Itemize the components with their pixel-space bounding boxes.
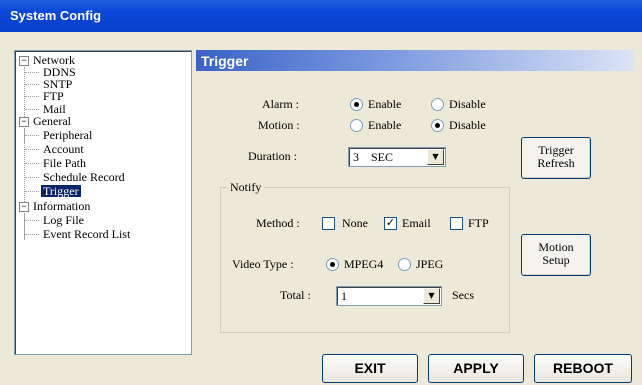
- tree-item-peripheral[interactable]: Peripheral: [43, 129, 92, 141]
- panel-title: Trigger: [201, 53, 249, 69]
- tree-item-event-record-list[interactable]: Event Record List: [43, 228, 130, 240]
- apply-button[interactable]: APPLY: [428, 354, 524, 383]
- tree-item-information[interactable]: Information: [33, 200, 90, 212]
- tree-connector: [25, 72, 39, 73]
- trigger-refresh-button[interactable]: Trigger Refresh: [521, 137, 591, 179]
- duration-select[interactable]: 3 SEC ▼: [348, 147, 446, 167]
- method-ftp-label: FTP: [468, 216, 489, 230]
- duration-label: Duration :: [248, 149, 297, 163]
- tree-item-trigger[interactable]: Trigger: [41, 185, 81, 197]
- motion-label: Motion :: [258, 118, 300, 132]
- tree-connector: [25, 163, 39, 164]
- method-none-label: None: [342, 216, 368, 230]
- total-select[interactable]: 1 ▼: [336, 286, 442, 306]
- method-email-checkbox[interactable]: ✓: [384, 217, 397, 230]
- tree-connector: [25, 191, 39, 192]
- chevron-down-icon[interactable]: ▼: [423, 288, 440, 304]
- total-label: Total :: [280, 288, 311, 302]
- notify-title: Notify: [227, 180, 265, 195]
- network-collapse-icon[interactable]: −: [19, 56, 29, 66]
- tree-item-account[interactable]: Account: [43, 143, 84, 155]
- trigger-refresh-line1: Trigger: [538, 143, 574, 157]
- tree-connector: [25, 84, 39, 85]
- tree-connector: [25, 135, 39, 136]
- video-jpeg-radio[interactable]: [398, 258, 411, 271]
- alarm-label: Alarm :: [262, 97, 299, 111]
- tree-connector: [25, 234, 39, 235]
- tree-item-schedule-record[interactable]: Schedule Record: [43, 171, 125, 183]
- video-type-label: Video Type :: [232, 257, 294, 271]
- motion-disable-radio[interactable]: [431, 119, 444, 132]
- alarm-enable-label: Enable: [368, 97, 402, 111]
- exit-button[interactable]: EXIT: [322, 354, 418, 383]
- total-value: 1: [341, 289, 347, 303]
- tree-connector: [25, 149, 39, 150]
- tree-item-log-file[interactable]: Log File: [43, 214, 84, 226]
- method-none-checkbox[interactable]: [322, 217, 335, 230]
- panel-header: Trigger: [196, 50, 634, 71]
- window-title: System Config: [10, 8, 102, 23]
- alarm-disable-label: Disable: [449, 97, 486, 111]
- motion-enable-radio[interactable]: [350, 119, 363, 132]
- tree-connector: [25, 109, 39, 110]
- motion-setup-line2: Setup: [542, 253, 570, 267]
- total-unit: Secs: [452, 288, 474, 302]
- tree-connector: [25, 177, 39, 178]
- tree-connector: [25, 220, 39, 221]
- tree-item-file-path[interactable]: File Path: [43, 157, 86, 169]
- title-bar: System Config: [0, 0, 642, 32]
- trigger-panel: Trigger Alarm : Enable Disable Motion : …: [196, 50, 634, 353]
- motion-setup-line1: Motion: [538, 240, 574, 254]
- motion-enable-label: Enable: [368, 118, 402, 132]
- method-ftp-checkbox[interactable]: [450, 217, 463, 230]
- chevron-down-icon[interactable]: ▼: [427, 149, 444, 165]
- settings-tree[interactable]: − Network DDNS SNTP FTP Mail − General P…: [14, 50, 192, 355]
- tree-connector: [25, 96, 39, 97]
- motion-setup-button[interactable]: Motion Setup: [521, 234, 591, 276]
- reboot-button[interactable]: REBOOT: [534, 354, 632, 383]
- motion-disable-label: Disable: [449, 118, 486, 132]
- method-email-label: Email: [402, 216, 431, 230]
- information-collapse-icon[interactable]: −: [19, 202, 29, 212]
- alarm-enable-radio[interactable]: [350, 98, 363, 111]
- video-mpeg4-label: MPEG4: [344, 257, 384, 271]
- method-label: Method :: [256, 216, 300, 230]
- general-collapse-icon[interactable]: −: [19, 117, 29, 127]
- duration-value: 3 SEC: [353, 150, 394, 164]
- tree-connector: [24, 213, 25, 239]
- tree-item-general[interactable]: General: [33, 115, 71, 127]
- video-jpeg-label: JPEG: [416, 257, 444, 271]
- video-mpeg4-radio[interactable]: [326, 258, 339, 271]
- tree-item-ftp[interactable]: FTP: [43, 90, 64, 102]
- alarm-disable-radio[interactable]: [431, 98, 444, 111]
- trigger-refresh-line2: Refresh: [537, 156, 575, 170]
